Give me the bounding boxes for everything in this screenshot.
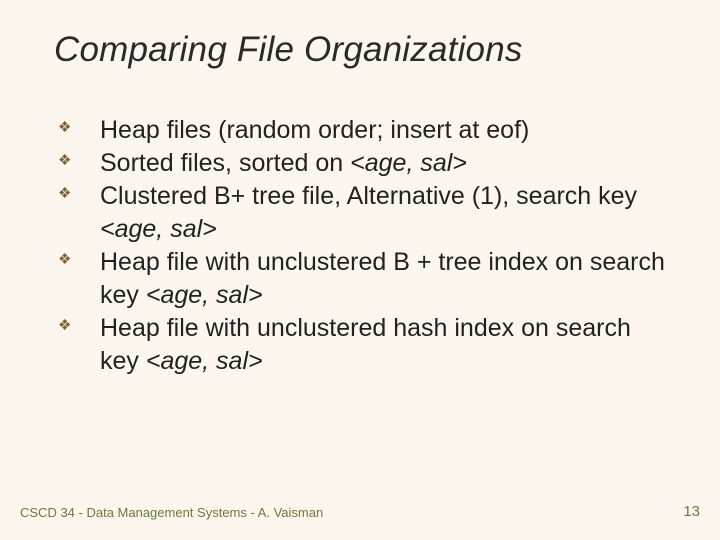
- list-item: ❖ Clustered B+ tree file, Alternative (1…: [56, 180, 666, 246]
- footer-page-number: 13: [683, 503, 700, 520]
- list-item-text: Heap files (random order; insert at eof): [100, 116, 529, 144]
- diamond-bullet-icon: ❖: [58, 187, 72, 201]
- slide-title: Comparing File Organizations: [54, 30, 666, 70]
- list-item: ❖ Heap files (random order; insert at eo…: [56, 114, 666, 147]
- list-item-key: <age, sal>: [100, 215, 217, 243]
- list-item: ❖ Heap file with unclustered hash index …: [56, 312, 666, 378]
- diamond-bullet-icon: ❖: [58, 253, 72, 267]
- list-item-text: Clustered B+ tree file, Alternative (1),…: [100, 182, 637, 210]
- bullet-list: ❖ Heap files (random order; insert at eo…: [54, 114, 666, 378]
- diamond-bullet-icon: ❖: [58, 154, 72, 168]
- list-item-key: <age, sal>: [146, 281, 263, 309]
- slide: Comparing File Organizations ❖ Heap file…: [0, 0, 720, 540]
- list-item: ❖ Heap file with unclustered B + tree in…: [56, 246, 666, 312]
- list-item-key: <age, sal>: [350, 149, 467, 177]
- list-item-text: Sorted files, sorted on: [100, 149, 350, 177]
- list-item-key: <age, sal>: [146, 347, 263, 375]
- diamond-bullet-icon: ❖: [58, 121, 72, 135]
- diamond-bullet-icon: ❖: [58, 319, 72, 333]
- list-item: ❖ Sorted files, sorted on <age, sal>: [56, 147, 666, 180]
- footer-course-info: CSCD 34 - Data Management Systems - A. V…: [20, 505, 323, 520]
